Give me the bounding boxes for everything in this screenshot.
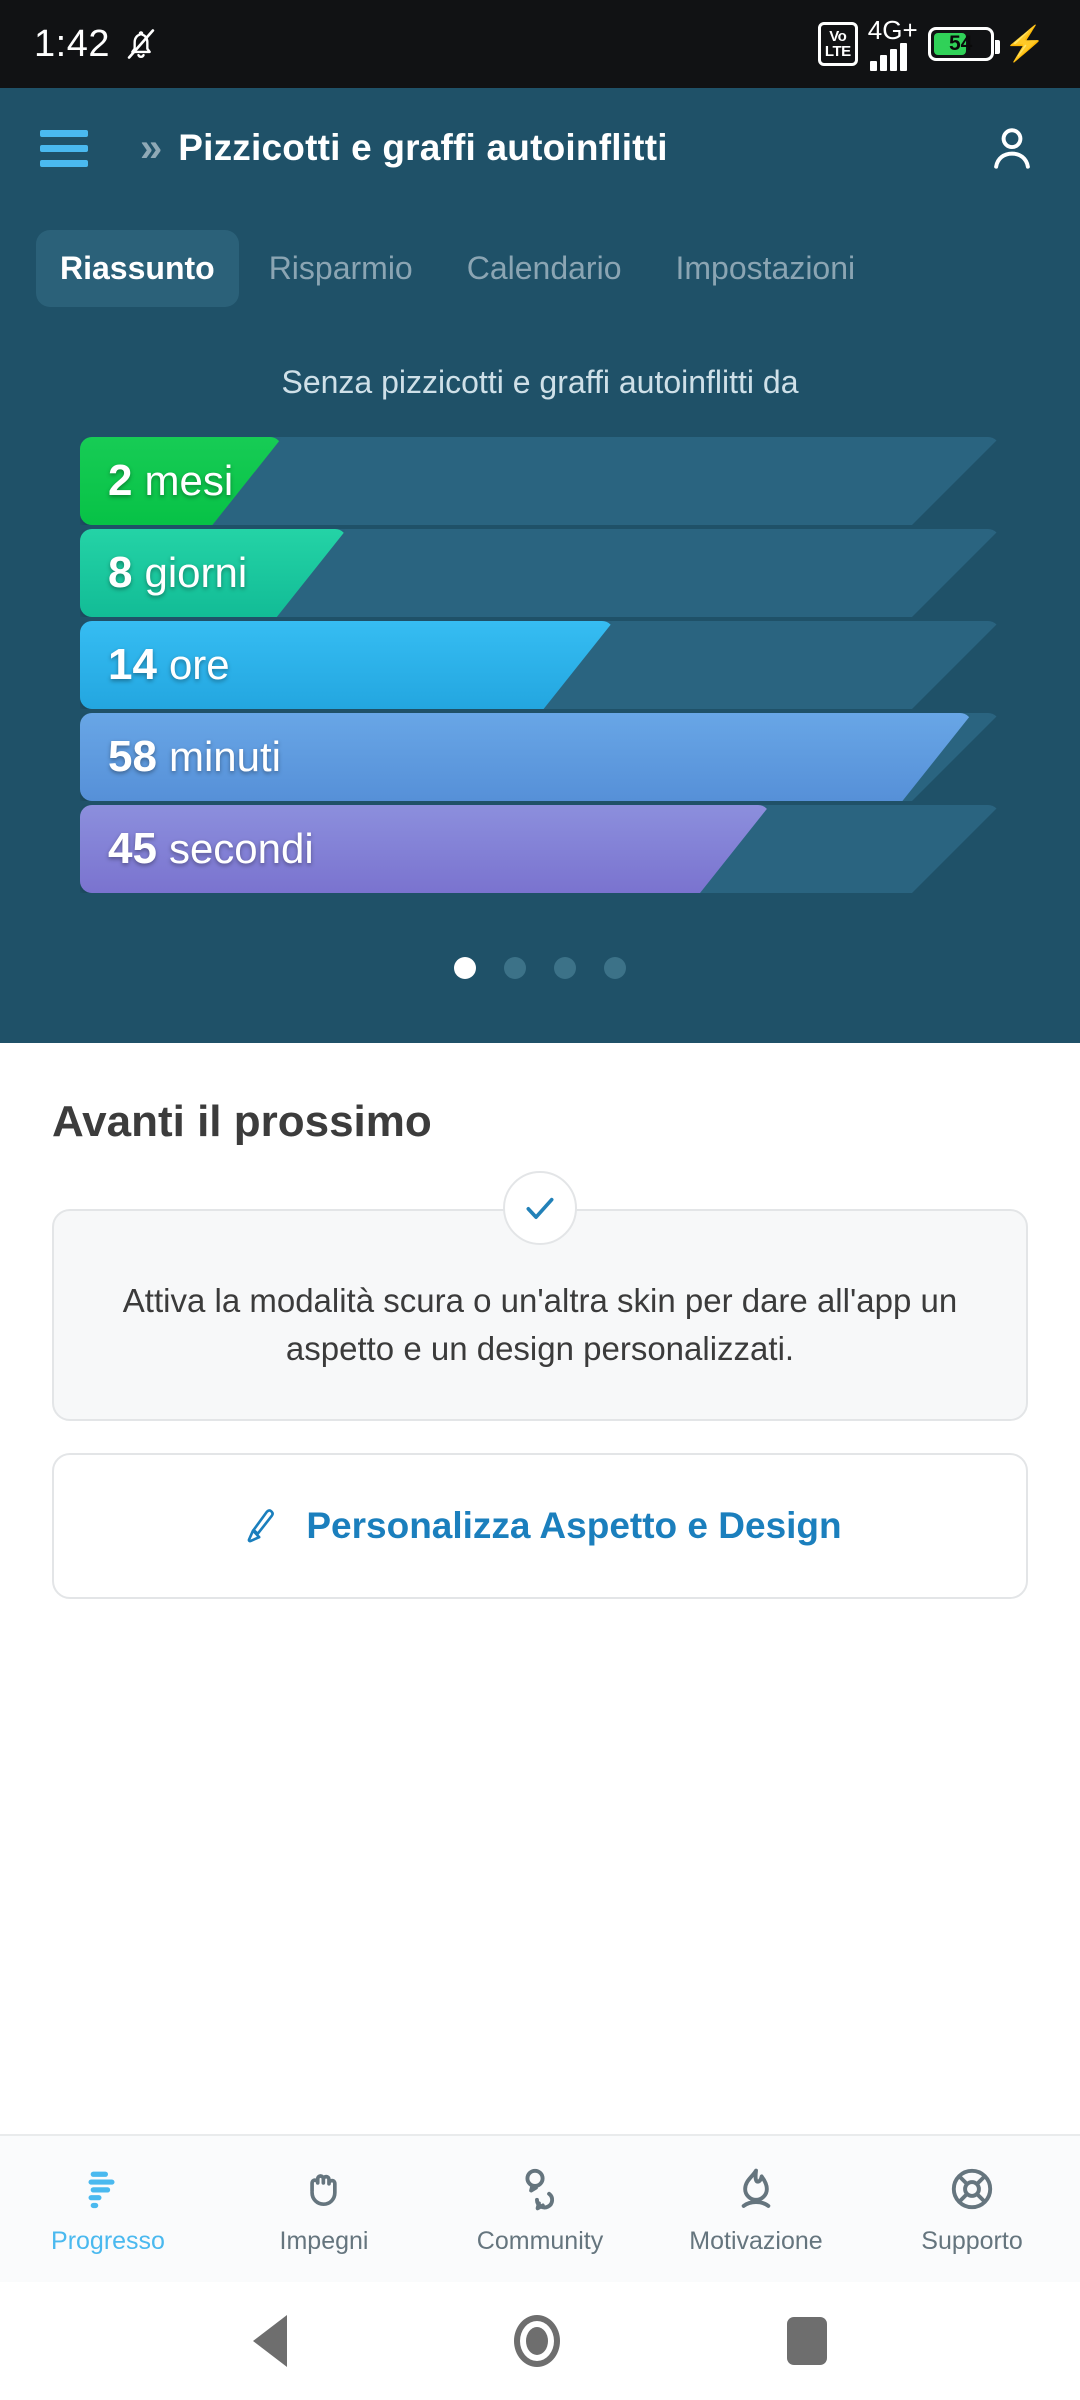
- carousel-pager: [0, 893, 1080, 1035]
- hand-pledge-icon: [310, 2173, 337, 2206]
- person-account-icon[interactable]: [984, 120, 1040, 176]
- next-up-section: Avanti il prossimo Attiva la modalità sc…: [0, 1043, 1080, 2134]
- lifebuoy-icon: [951, 2168, 993, 2209]
- nav-item-impegni[interactable]: Impegni: [216, 2163, 432, 2256]
- bar-unit-secondi: secondi: [168, 825, 314, 872]
- speech-bubbles-icon: [525, 2168, 555, 2210]
- bar-value-minuti: 58: [108, 732, 157, 781]
- bar-row-secondi: 45 secondi: [80, 799, 1000, 893]
- pager-dot-2[interactable]: [504, 957, 526, 979]
- home-circle-icon[interactable]: [513, 2315, 560, 2367]
- android-navigation-bar: [0, 2282, 1080, 2400]
- nav-label-motivazione: Motivazione: [689, 2226, 823, 2255]
- volte-bottom-label: LTE: [824, 43, 851, 60]
- bar-unit-minuti: minuti: [168, 733, 281, 780]
- bar-value-secondi: 45: [108, 824, 157, 873]
- app-bar: » Pizzicotti e graffi autoinflitti: [0, 88, 1080, 208]
- bar-row-giorni: 8 giorni: [80, 523, 1000, 617]
- bar-row-minuti: 58 minuti: [80, 707, 1000, 801]
- streak-bar-chart: 2 mesi 8 giorni 14 ore 58 minuti 45 seco…: [0, 423, 1080, 893]
- hamburger-menu-icon[interactable]: [40, 129, 88, 167]
- bar-unit-ore: ore: [168, 641, 230, 688]
- tab-calendario[interactable]: Calendario: [443, 230, 646, 307]
- nav-item-community[interactable]: Community: [432, 2163, 648, 2256]
- signal-bars-icon: [869, 43, 907, 71]
- nav-item-motivazione[interactable]: Motivazione: [648, 2163, 864, 2256]
- bar-label-secondi: 45 secondi: [108, 799, 314, 899]
- status-bar-right: Vo LTE 4G+ 54 ⚡: [817, 15, 1046, 71]
- flame-icon: [741, 2168, 771, 2208]
- volte-icon: Vo LTE: [817, 22, 858, 66]
- nav-label-impegni: Impegni: [279, 2226, 369, 2255]
- summary-panel: » Pizzicotti e graffi autoinflitti Riass…: [0, 88, 1080, 1043]
- battery-percent-label: 54: [948, 32, 973, 55]
- nav-label-community: Community: [476, 2226, 604, 2255]
- volte-top-label: Vo: [829, 28, 847, 45]
- back-triangle-icon[interactable]: [253, 2315, 288, 2367]
- bar-label-ore: 14 ore: [108, 615, 230, 715]
- pager-dot-1[interactable]: [454, 957, 476, 979]
- bar-value-giorni: 8: [108, 548, 133, 597]
- section-title: Avanti il prossimo: [52, 1097, 432, 1146]
- nav-item-progresso[interactable]: Progresso: [0, 2163, 216, 2256]
- bar-unit-giorni: giorni: [144, 549, 248, 596]
- charging-bolt-icon: ⚡: [1003, 25, 1046, 63]
- status-time: 1:42: [34, 22, 110, 65]
- nav-label-supporto: Supporto: [921, 2226, 1023, 2255]
- pager-dot-3[interactable]: [554, 957, 576, 979]
- bottom-navigation: Progresso Impegni Community Motivazione: [0, 2134, 1080, 2282]
- suggestion-text: Attiva la modalità scura o un'altra skin…: [122, 1282, 958, 1367]
- check-mark-icon: [503, 1171, 577, 1245]
- tab-impostazioni[interactable]: Impostazioni: [651, 230, 879, 307]
- page-title: Pizzicotti e graffi autoinflitti: [178, 127, 668, 168]
- status-bar: 1:42 Vo LTE 4G+ 54 ⚡: [0, 0, 1080, 88]
- battery-icon: 54: [927, 27, 1000, 61]
- tab-riassunto[interactable]: Riassunto: [36, 229, 239, 307]
- chevron-double-right-icon: »: [140, 126, 163, 170]
- bar-unit-mesi: mesi: [144, 457, 234, 504]
- tab-bar: Riassunto Risparmio Calendario Impostazi…: [0, 208, 1080, 328]
- personalizza-button-label: Personalizza Aspetto e Design: [306, 1504, 842, 1546]
- bar-value-ore: 14: [108, 640, 157, 689]
- bell-muted-icon: [127, 29, 155, 59]
- network-type-label: 4G+: [867, 15, 918, 45]
- nav-item-supporto[interactable]: Supporto: [864, 2163, 1080, 2256]
- pager-dot-4[interactable]: [604, 957, 626, 979]
- status-bar-left: 1:42: [34, 23, 160, 66]
- nav-label-progresso: Progresso: [51, 2226, 165, 2255]
- summary-subtitle: Senza pizzicotti e graffi autoinflitti d…: [281, 364, 799, 400]
- bar-label-mesi: 2 mesi: [108, 431, 233, 531]
- bar-value-mesi: 2: [108, 456, 133, 505]
- bar-row-mesi: 2 mesi: [80, 431, 1000, 525]
- paintbrush-icon: [247, 1508, 275, 1543]
- network-indicator: 4G+: [867, 15, 918, 71]
- suggestion-card: Attiva la modalità scura o un'altra skin…: [52, 1171, 1028, 1421]
- progress-bars-icon: [88, 2171, 115, 2208]
- bar-label-minuti: 58 minuti: [108, 707, 281, 807]
- recents-square-icon[interactable]: [786, 2317, 827, 2365]
- bar-row-ore: 14 ore: [80, 615, 1000, 709]
- tab-risparmio[interactable]: Risparmio: [245, 230, 437, 307]
- phone-screen: 1:42 Vo LTE 4G+ 54 ⚡ » Pizzicotti e graf…: [0, 0, 1080, 2400]
- personalizza-button[interactable]: Personalizza Aspetto e Design: [52, 1452, 1028, 1599]
- bar-label-giorni: 8 giorni: [108, 523, 247, 623]
